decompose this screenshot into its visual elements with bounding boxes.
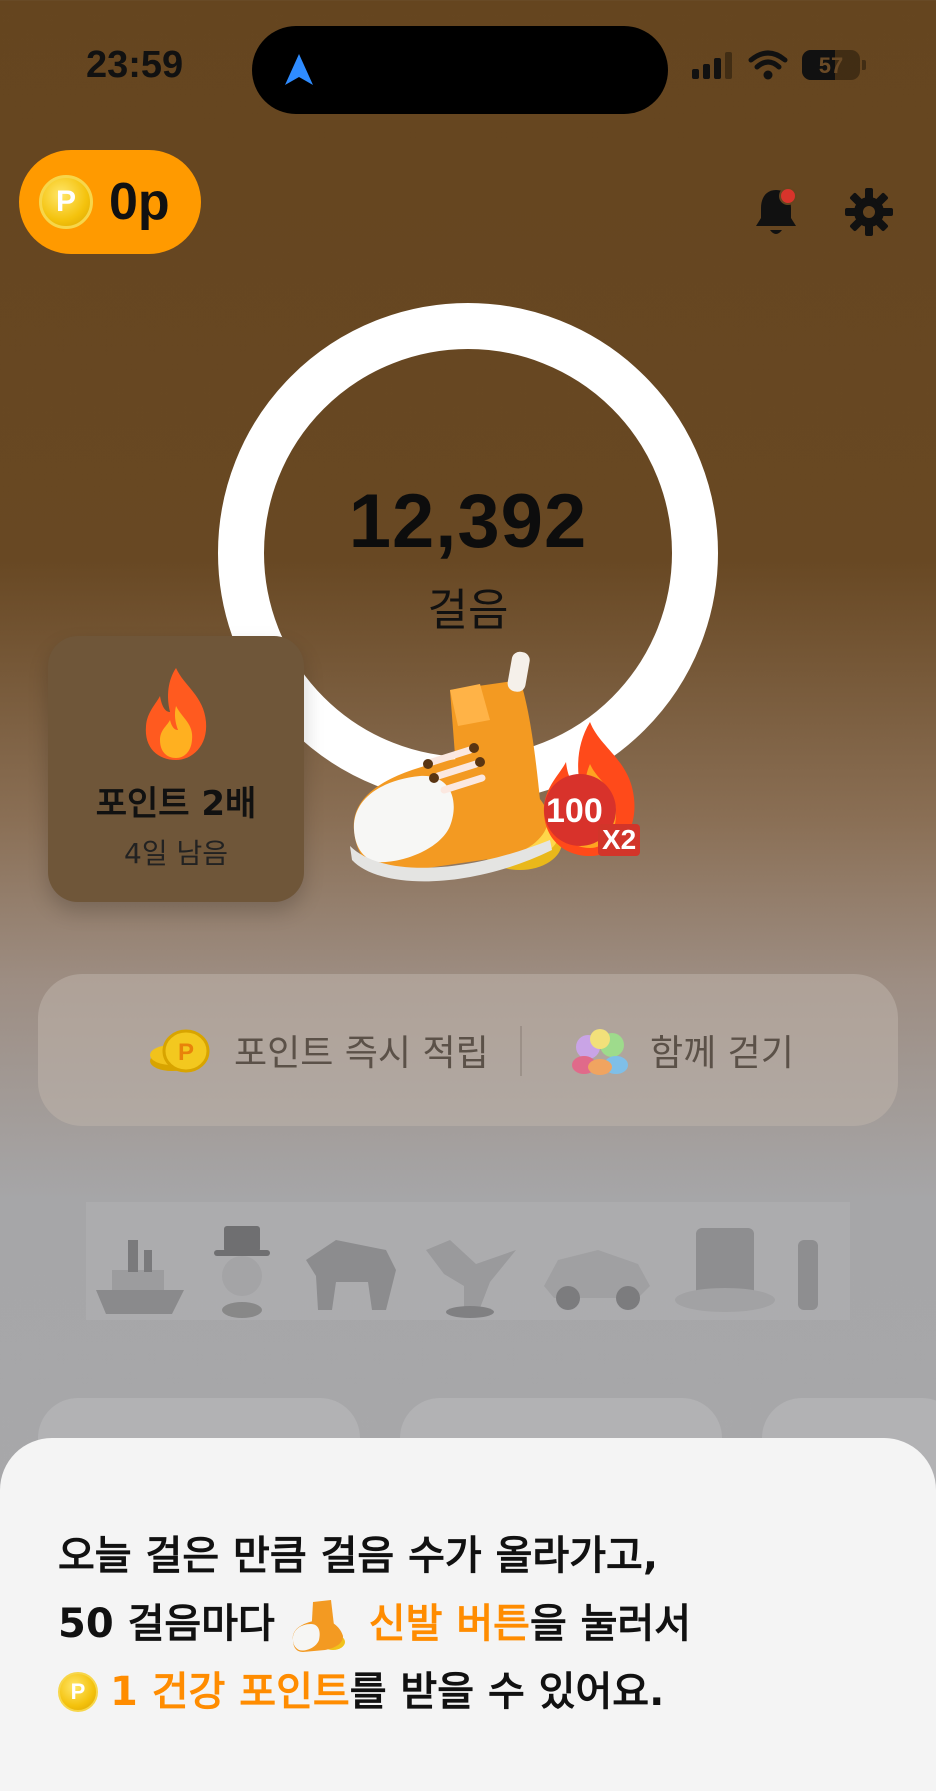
fire-icon (145, 668, 207, 760)
bonus-multiplier: X2 (598, 824, 641, 856)
point-coin-icon: P (39, 175, 93, 229)
sheet-line-2-suffix: 을 눌러서 (529, 1601, 692, 1647)
action-divider (520, 1026, 522, 1076)
bonus-value: 100 (546, 792, 603, 830)
battery-percent: 57 (818, 53, 844, 78)
group-icon (572, 1029, 628, 1075)
wifi-icon (748, 50, 788, 80)
sheet-health-point-text: 1 건강 포인트 (110, 1669, 350, 1715)
walk-together-button[interactable]: 함께 걷기 (570, 974, 794, 1126)
double-points-card[interactable]: 포인트 2배 4일 남음 (48, 636, 304, 902)
sheet-line-3-suffix: 를 받을 수 있어요. (349, 1669, 665, 1715)
action-bar: P 포인트 즉시 적립 함께 걷기 (38, 974, 898, 1126)
coin-stack-icon: P (150, 1029, 210, 1073)
sheet-line-1: 오늘 걸은 만큼 걸음 수가 올라가고, (58, 1533, 659, 1579)
shoe-icon (292, 1600, 345, 1652)
settings-gear-icon[interactable] (844, 187, 894, 237)
walk-together-label: 함께 걷기 (650, 1033, 794, 1074)
cellular-signal-icon (692, 52, 732, 79)
location-arrow-icon (285, 54, 313, 85)
instant-points-button[interactable]: P 포인트 즉시 적립 (146, 974, 489, 1126)
car-token-icon (544, 1250, 650, 1310)
sheet-line-3: P 1 건강 포인트 를 받을 수 있어요. (58, 1658, 691, 1726)
boot-token-icon (798, 1240, 818, 1310)
sheet-line-2: 50 걸음마다 신발 버튼 을 눌러서 (58, 1590, 691, 1658)
dinosaur-token-icon (426, 1240, 516, 1318)
dog-token-icon (306, 1240, 396, 1310)
step-unit: 걸음 (427, 585, 509, 636)
mini-coin-symbol: P (70, 1679, 86, 1704)
man-token-icon (214, 1226, 270, 1318)
points-value: 0p (109, 173, 170, 231)
sheet-shoe-button-text: 신발 버튼 (368, 1601, 530, 1647)
double-points-remaining: 4일 남음 (124, 837, 228, 870)
battery-indicator: 57 (802, 50, 860, 80)
ship-token-icon (96, 1240, 184, 1314)
onboarding-bottom-sheet: 오늘 걸은 만큼 걸음 수가 올라가고, 50 걸음마다 신발 버튼 을 눌러서… (0, 1438, 936, 1791)
status-time: 23:59 (86, 44, 184, 86)
points-balance-button[interactable]: P 0p (19, 150, 201, 254)
status-icons: 57 (692, 50, 866, 80)
dynamic-island (252, 26, 668, 114)
health-point-coin-icon: P (58, 1672, 98, 1712)
step-count: 12,392 (348, 479, 588, 564)
instant-points-label: 포인트 즉시 적립 (234, 1033, 489, 1074)
double-points-title: 포인트 2배 (95, 784, 257, 824)
battery-nub (862, 60, 866, 70)
notification-bell-icon[interactable] (752, 186, 800, 238)
tokens-carousel[interactable] (86, 1202, 850, 1320)
svg-text:P: P (178, 1039, 194, 1066)
top-hat-token-icon (675, 1228, 775, 1312)
sheet-line-2-prefix: 50 걸음마다 (58, 1601, 275, 1647)
bonus-flame-badge: 100 X2 (530, 720, 650, 860)
coin-symbol: P (55, 185, 76, 218)
